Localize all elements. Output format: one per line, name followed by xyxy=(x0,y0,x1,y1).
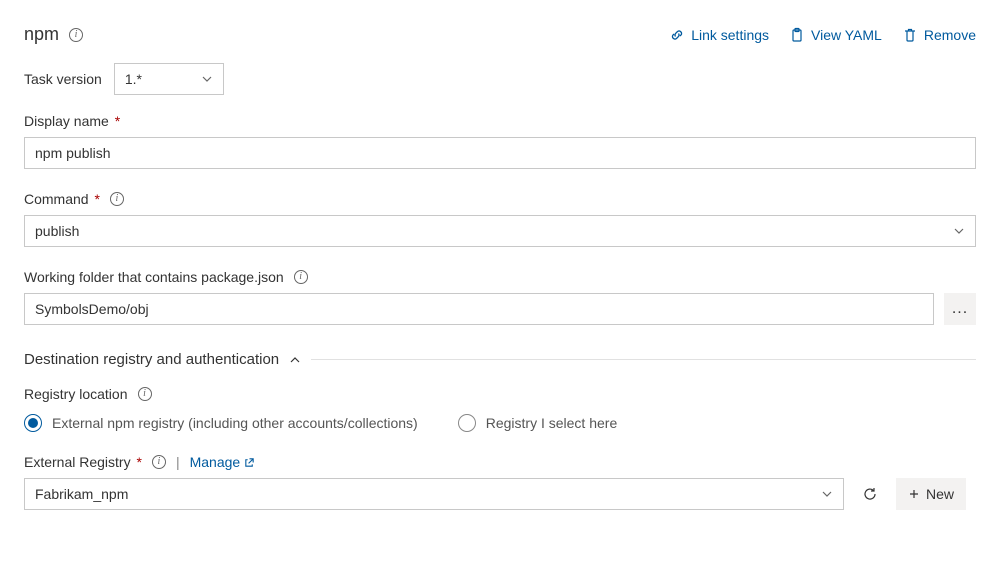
external-registry-dropdown[interactable]: Fabrikam_npm xyxy=(24,478,844,510)
working-folder-input[interactable] xyxy=(24,293,934,325)
task-header: npm i Link settings View YAML Remove xyxy=(24,24,976,45)
working-folder-label: Working folder that contains package.jso… xyxy=(24,269,284,285)
external-registry-value: Fabrikam_npm xyxy=(35,486,128,502)
task-version-value: 1.* xyxy=(125,71,142,87)
remove-label: Remove xyxy=(924,27,976,43)
task-title: npm xyxy=(24,24,59,45)
title-group: npm i xyxy=(24,24,83,45)
section-title: Destination registry and authentication xyxy=(24,351,279,368)
working-folder-block: Working folder that contains package.jso… xyxy=(24,269,976,325)
info-icon[interactable]: i xyxy=(110,192,124,206)
task-version-label: Task version xyxy=(24,71,102,87)
refresh-button[interactable] xyxy=(854,478,886,510)
radio-external-label: External npm registry (including other a… xyxy=(52,415,418,431)
task-version-row: Task version 1.* xyxy=(24,63,976,95)
trash-icon xyxy=(902,27,918,43)
manage-link[interactable]: Manage xyxy=(190,454,256,470)
task-version-dropdown[interactable]: 1.* xyxy=(114,63,224,95)
radio-select-here-label: Registry I select here xyxy=(486,415,618,431)
working-folder-input-row: ... xyxy=(24,293,976,325)
view-yaml-label: View YAML xyxy=(811,27,882,43)
command-label-line: Command * i xyxy=(24,191,976,207)
refresh-icon xyxy=(862,486,878,502)
browse-button[interactable]: ... xyxy=(944,293,976,325)
registry-location-radios: External npm registry (including other a… xyxy=(24,414,976,432)
working-folder-label-line: Working folder that contains package.jso… xyxy=(24,269,976,285)
external-registry-row: Fabrikam_npm New xyxy=(24,478,976,510)
section-header[interactable]: Destination registry and authentication xyxy=(24,351,976,368)
required-marker: * xyxy=(133,454,142,470)
radio-selected-icon xyxy=(24,414,42,432)
command-value: publish xyxy=(35,223,79,239)
external-registry-label: External Registry * xyxy=(24,454,142,470)
radio-select-here[interactable]: Registry I select here xyxy=(458,414,618,432)
display-name-label-line: Display name * xyxy=(24,113,976,129)
link-settings-label: Link settings xyxy=(691,27,769,43)
section-divider xyxy=(311,359,976,360)
chevron-down-icon xyxy=(953,225,965,237)
registry-location-label-line: Registry location i xyxy=(24,386,976,402)
radio-external-registry[interactable]: External npm registry (including other a… xyxy=(24,414,418,432)
radio-unselected-icon xyxy=(458,414,476,432)
plus-icon xyxy=(908,488,920,500)
new-button-label: New xyxy=(926,486,954,502)
new-button[interactable]: New xyxy=(896,478,966,510)
display-name-input[interactable] xyxy=(24,137,976,169)
chevron-down-icon xyxy=(821,488,833,500)
info-icon[interactable]: i xyxy=(138,387,152,401)
display-name-label: Display name * xyxy=(24,113,120,129)
info-icon[interactable]: i xyxy=(152,455,166,469)
registry-location-label: Registry location xyxy=(24,386,128,402)
command-block: Command * i publish xyxy=(24,191,976,247)
link-icon xyxy=(669,27,685,43)
registry-location-block: Registry location i External npm registr… xyxy=(24,386,976,432)
header-actions: Link settings View YAML Remove xyxy=(669,27,976,43)
view-yaml-button[interactable]: View YAML xyxy=(789,27,882,43)
link-settings-button[interactable]: Link settings xyxy=(669,27,769,43)
chevron-down-icon xyxy=(201,73,213,85)
chevron-up-icon xyxy=(289,354,301,366)
clipboard-icon xyxy=(789,27,805,43)
command-dropdown[interactable]: publish xyxy=(24,215,976,247)
divider: | xyxy=(176,454,180,470)
external-registry-label-line: External Registry * i | Manage xyxy=(24,454,976,470)
required-marker: * xyxy=(91,191,100,207)
external-registry-block: External Registry * i | Manage Fabrikam_… xyxy=(24,454,976,510)
info-icon[interactable]: i xyxy=(294,270,308,284)
command-label: Command * xyxy=(24,191,100,207)
info-icon[interactable]: i xyxy=(69,28,83,42)
required-marker: * xyxy=(111,113,120,129)
display-name-block: Display name * xyxy=(24,113,976,169)
external-link-icon xyxy=(244,457,255,468)
remove-button[interactable]: Remove xyxy=(902,27,976,43)
